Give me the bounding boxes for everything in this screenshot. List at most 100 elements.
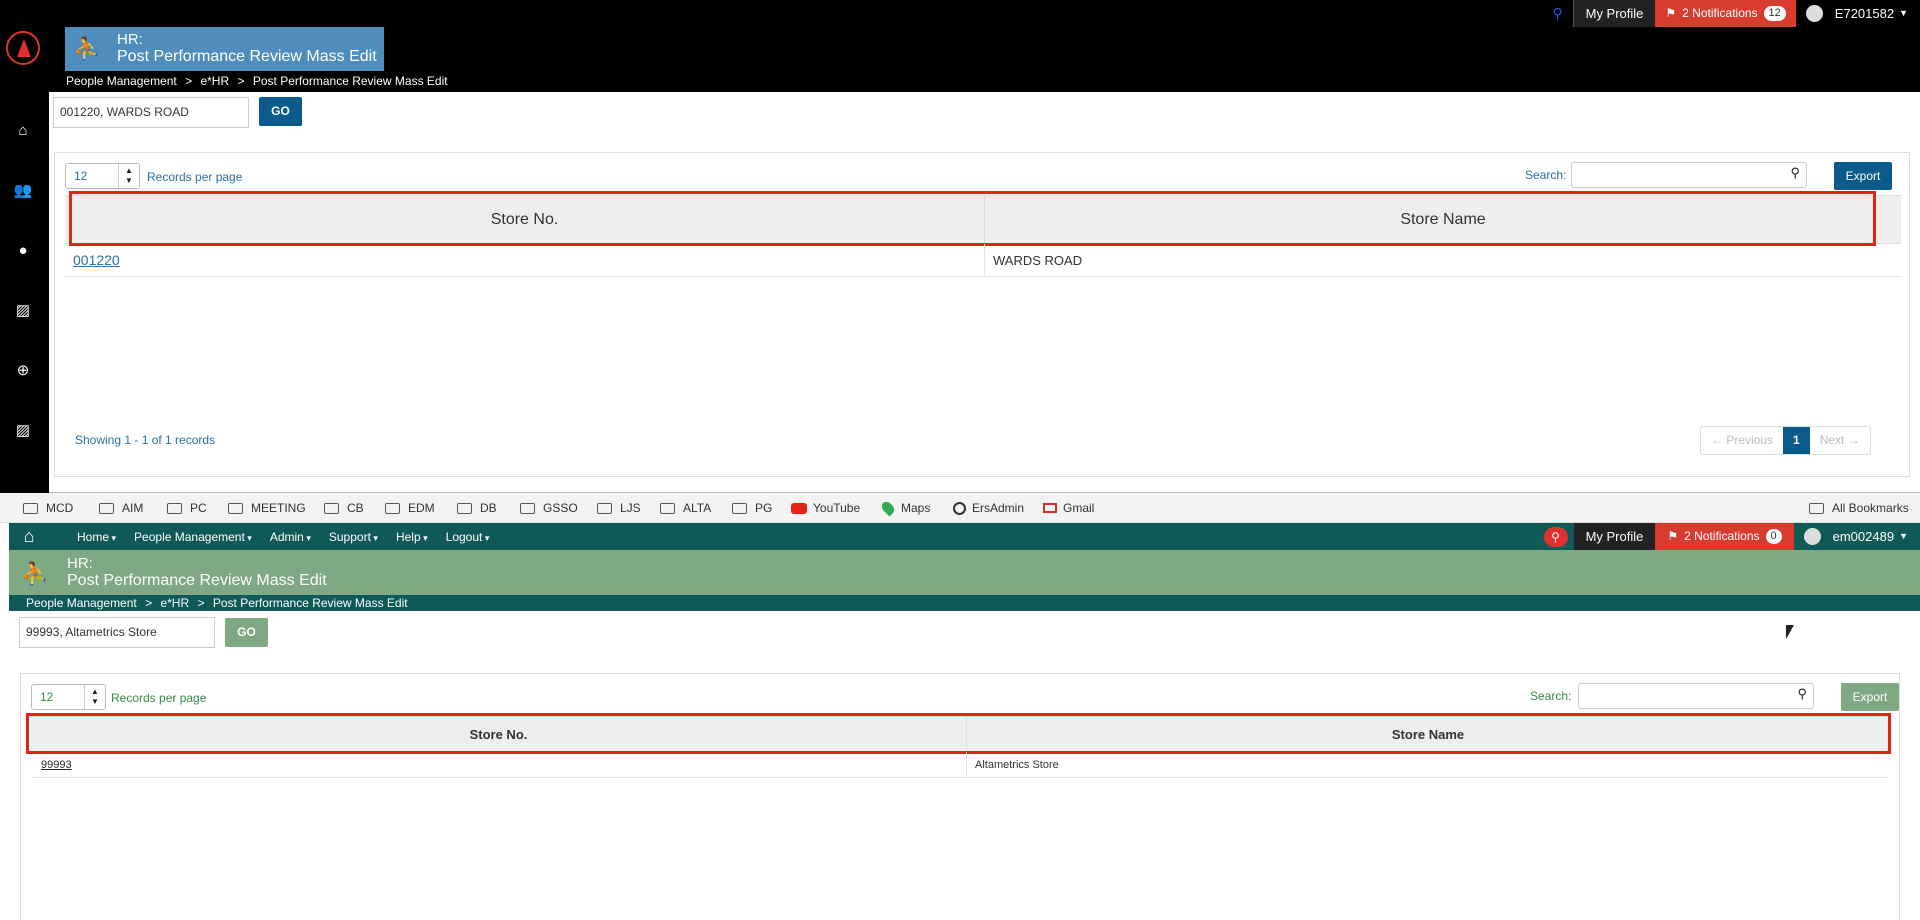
notifications-button[interactable]: ⚑ 2 Notifications 12	[1655, 0, 1796, 27]
bookmark-folder[interactable]: ALTA	[660, 493, 711, 523]
menu-people-management[interactable]: People Management	[134, 530, 252, 544]
search-input[interactable]: ⚲	[1571, 162, 1807, 188]
bookmark-folder[interactable]: CB	[324, 493, 364, 523]
notifications-label: 2 Notifications	[1684, 529, 1760, 543]
records-per-page-select[interactable]: 12 ▲ ▼	[31, 684, 106, 710]
search-icon[interactable]: ⚲	[1543, 526, 1568, 547]
search-icon[interactable]: ⚲	[1790, 165, 1800, 181]
user-icon[interactable]: ●	[12, 242, 34, 260]
bookmark-folder[interactable]: PG	[732, 493, 772, 523]
my-profile-button[interactable]: My Profile	[1573, 523, 1656, 550]
previous-page-button[interactable]: ← Previous	[1701, 427, 1783, 454]
breadcrumb-current: Post Performance Review Mass Edit	[252, 74, 448, 88]
bookmark-folder[interactable]: DB	[457, 493, 497, 523]
avatar	[1803, 528, 1821, 545]
menu-admin[interactable]: Admin	[270, 530, 311, 544]
user-dropdown[interactable]: em002489 ▼	[1794, 523, 1920, 550]
page-title: Post Performance Review Mass Edit	[67, 572, 327, 589]
folder-icon	[167, 502, 182, 514]
bookmark-ersadmin[interactable]: ErsAdmin	[953, 493, 1024, 523]
page-1-button[interactable]: 1	[1783, 427, 1810, 454]
search-input[interactable]: ⚲	[1578, 683, 1814, 709]
records-summary: Showing 1 - 1 of 1 records	[75, 433, 216, 447]
support-icon[interactable]: ⊕	[12, 362, 34, 380]
broken-image-icon[interactable]: ▨	[12, 422, 34, 440]
breadcrumb-current: Post Performance Review Mass Edit	[212, 596, 408, 610]
user-id: em002489	[1832, 529, 1895, 544]
results-panel: 12 ▲ ▼ Records per page Search: ⚲ Export …	[54, 152, 1910, 477]
breadcrumb-people-management[interactable]: People Management	[26, 596, 137, 610]
broken-image-icon[interactable]: ▨	[12, 302, 34, 320]
store-input[interactable]: 99993, Altametrics Store	[19, 617, 215, 648]
users-icon[interactable]: 👥	[12, 182, 34, 200]
export-button[interactable]: Export	[1841, 683, 1899, 711]
store-no-cell: 99993	[31, 752, 967, 777]
flag-icon: ⚑	[1667, 529, 1679, 543]
search-icon[interactable]: ⚲	[1797, 686, 1807, 702]
bookmark-folder[interactable]: MEETING	[228, 493, 306, 523]
export-button[interactable]: Export	[1834, 162, 1892, 190]
breadcrumb-separator: >	[185, 74, 193, 88]
bookmark-folder[interactable]: GSSO	[520, 493, 578, 523]
bookmark-folder[interactable]: PC	[167, 493, 207, 523]
my-profile-button[interactable]: My Profile	[1572, 0, 1656, 27]
folder-icon	[520, 502, 535, 514]
top-user-menu: ⚲ My Profile ⚑ 2 Notifications 12 E72015…	[1547, 0, 1920, 27]
bookmark-maps[interactable]: Maps	[879, 493, 930, 523]
home-icon[interactable]: ⌂	[12, 122, 34, 140]
store-input[interactable]: 001220, WARDS ROAD	[53, 97, 249, 128]
search-icon[interactable]: ⚲	[1547, 0, 1569, 27]
page-title: Post Performance Review Mass Edit	[117, 48, 377, 65]
pagination: ← Previous 1 Next →	[1700, 426, 1871, 455]
menu-support[interactable]: Support	[329, 530, 378, 544]
records-per-page-label: Records per page	[147, 170, 243, 184]
notification-count-badge: 12	[1763, 6, 1786, 21]
page-title-module: HR:	[67, 555, 93, 572]
spinner-arrows-icon[interactable]: ▲ ▼	[84, 685, 105, 709]
page-title-box: ⛹ HR: Post Performance Review Mass Edit	[65, 27, 384, 71]
gmail-icon	[1043, 503, 1057, 513]
bookmark-folder[interactable]: LJS	[597, 493, 641, 523]
title-bar: ⛹ HR: Post Performance Review Mass Edit	[9, 550, 1920, 595]
next-page-button[interactable]: Next →	[1810, 427, 1870, 454]
breadcrumb-people-management[interactable]: People Management	[66, 74, 177, 88]
menu-help[interactable]: Help	[396, 530, 428, 544]
hr-people-icon: ⛹	[21, 561, 49, 586]
records-per-page-value: 12	[74, 169, 88, 183]
avatar	[1805, 5, 1823, 22]
go-button[interactable]: GO	[259, 97, 302, 126]
notifications-button[interactable]: ⚑ 2 Notifications 0	[1655, 523, 1794, 550]
page-title-box: ⛹ HR: Post Performance Review Mass Edit	[9, 552, 332, 594]
bookmark-youtube[interactable]: YouTube	[791, 493, 860, 523]
top-content: 001220, WARDS ROAD GO 12 ▲ ▼ Records per …	[49, 92, 1920, 492]
breadcrumb-separator: >	[197, 596, 205, 610]
store-no-cell: 001220	[65, 244, 985, 276]
spinner-arrows-icon[interactable]: ▲ ▼	[118, 164, 139, 188]
bookmark-folder[interactable]: EDM	[385, 493, 435, 523]
home-icon[interactable]: ⌂	[9, 523, 49, 550]
bookmark-folder[interactable]: MCD	[23, 493, 73, 523]
all-bookmarks[interactable]: All Bookmarks	[1809, 493, 1909, 523]
breadcrumb-ehr[interactable]: e*HR	[200, 74, 229, 88]
top-sidebar: ⌂ 👥 ● ▨ ⊕ ▨	[0, 0, 49, 493]
bookmark-gmail[interactable]: Gmail	[1043, 493, 1094, 523]
table-row: 99993 Altametrics Store	[31, 752, 1889, 778]
menu-home[interactable]: Home	[77, 530, 116, 544]
records-per-page-value: 12	[40, 690, 54, 704]
folder-icon	[732, 502, 747, 514]
bookmarks-bar: MCD AIM PC MEETING CB EDM DB GSSO LJS AL…	[0, 493, 1920, 523]
bookmark-folder[interactable]: AIM	[99, 493, 143, 523]
store-no-link[interactable]: 001220	[73, 252, 120, 268]
records-per-page-select[interactable]: 12 ▲ ▼	[65, 163, 140, 189]
breadcrumb-ehr[interactable]: e*HR	[160, 596, 189, 610]
folder-icon	[457, 502, 472, 514]
go-button[interactable]: GO	[225, 618, 268, 647]
search-label: Search:	[1530, 689, 1572, 703]
folder-icon	[1809, 502, 1824, 514]
user-dropdown[interactable]: E7201582 ▼	[1796, 0, 1920, 27]
folder-icon	[228, 502, 243, 514]
page-title-module: HR:	[117, 31, 143, 48]
company-logo-icon[interactable]	[6, 31, 40, 65]
store-no-link[interactable]: 99993	[41, 759, 72, 771]
menu-logout[interactable]: Logout	[446, 530, 490, 544]
